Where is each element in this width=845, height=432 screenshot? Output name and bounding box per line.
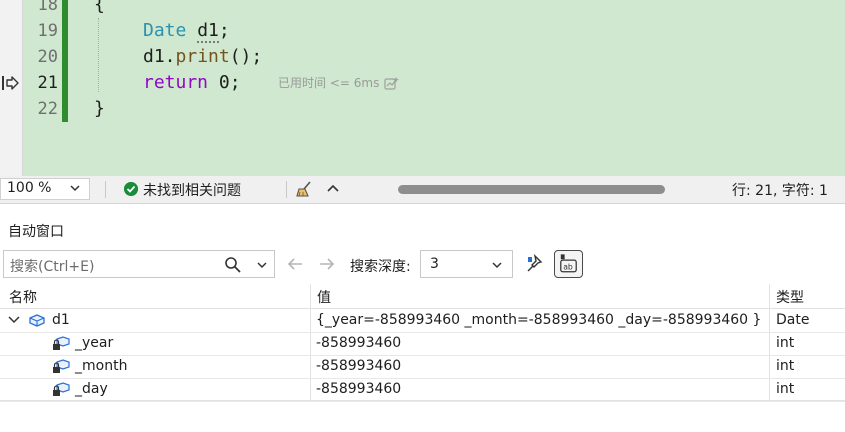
table-row[interactable]: _year -858993460 int bbox=[0, 332, 845, 356]
perf-tip[interactable]: 已用时间 <= 6ms bbox=[278, 70, 379, 96]
change-bar bbox=[62, 96, 68, 122]
search-placeholder: 搜索(Ctrl+E) bbox=[10, 259, 95, 275]
private-field-icon bbox=[53, 336, 70, 350]
change-bar bbox=[62, 0, 68, 18]
hex-display-toggle[interactable]: ab bbox=[554, 250, 583, 278]
variable-value[interactable]: {_year=-858993460 _month=-858993460 _day… bbox=[316, 312, 761, 328]
execution-arrow-icon[interactable] bbox=[2, 75, 20, 91]
variable-value[interactable]: -858993460 bbox=[316, 335, 401, 351]
variable-name: _year bbox=[75, 335, 114, 351]
table-row[interactable]: d1 {_year=-858993460 _month=-858993460 _… bbox=[0, 309, 845, 333]
editor-status-bar: 100 % 未找到相关问题 行: 21, 字符: 1 bbox=[0, 176, 845, 204]
code-text: d1.print(); bbox=[143, 44, 262, 70]
variable-type: Date bbox=[776, 312, 810, 328]
zoom-dropdown[interactable]: 100 % bbox=[0, 178, 90, 200]
search-depth-dropdown[interactable]: 3 bbox=[420, 250, 513, 278]
column-header-name[interactable]: 名称 bbox=[9, 287, 37, 307]
line-number: 19 bbox=[37, 21, 58, 41]
search-depth-label: 搜索深度: bbox=[350, 259, 411, 275]
table-row[interactable]: _month -858993460 int bbox=[0, 355, 845, 379]
autos-grid-header: 名称 值 类型 bbox=[0, 284, 845, 309]
check-circle-icon[interactable] bbox=[124, 182, 138, 196]
line-number: 18 bbox=[37, 0, 58, 15]
chevron-down-icon[interactable] bbox=[8, 315, 20, 325]
function-token: print bbox=[175, 46, 230, 67]
code-text: return 0; bbox=[143, 70, 241, 96]
chevron-down-icon bbox=[70, 185, 80, 192]
search-depth-value: 3 bbox=[430, 256, 439, 272]
perf-tip-icon[interactable] bbox=[384, 76, 400, 90]
svg-text:ab: ab bbox=[563, 262, 573, 271]
variable-name: _month bbox=[75, 358, 128, 374]
chevron-up-icon[interactable] bbox=[326, 182, 340, 194]
autos-window-title: 自动窗口 bbox=[0, 216, 845, 246]
cursor-position: 行: 21, 字符: 1 bbox=[732, 183, 828, 199]
code-line-20[interactable]: 20 d1.print(); bbox=[0, 44, 845, 70]
horizontal-scrollbar-thumb[interactable] bbox=[398, 185, 665, 194]
search-icon[interactable] bbox=[224, 256, 242, 274]
pin-icon[interactable] bbox=[526, 253, 546, 275]
panel-title: 自动窗口 bbox=[8, 224, 64, 240]
punctuation: ; bbox=[218, 20, 230, 41]
table-row[interactable]: _day -858993460 int bbox=[0, 378, 845, 402]
variable-name: d1 bbox=[52, 312, 70, 328]
punctuation: (); bbox=[229, 46, 263, 67]
variable-name: _day bbox=[75, 381, 108, 397]
object-icon bbox=[29, 314, 45, 327]
variable-type: int bbox=[776, 335, 795, 351]
line-number: 22 bbox=[37, 99, 58, 119]
variable-value[interactable]: -858993460 bbox=[316, 381, 401, 397]
code-text: } bbox=[94, 98, 105, 119]
search-input[interactable]: 搜索(Ctrl+E) bbox=[3, 250, 275, 278]
change-bar bbox=[62, 44, 68, 70]
code-text: { bbox=[94, 0, 105, 15]
arrow-left-icon[interactable] bbox=[286, 256, 304, 272]
private-field-icon bbox=[53, 359, 70, 373]
expression: 0; bbox=[208, 72, 241, 93]
code-line-18[interactable]: 18 { bbox=[0, 0, 845, 18]
code-line-21[interactable]: 21 return 0; 已用时间 <= 6ms bbox=[0, 70, 845, 96]
code-text: Date d1; bbox=[143, 18, 230, 44]
change-bar bbox=[62, 70, 68, 96]
change-bar bbox=[62, 18, 68, 44]
variable-token: d1 bbox=[197, 20, 219, 43]
type-token: Date bbox=[143, 20, 187, 41]
column-header-value[interactable]: 值 bbox=[317, 287, 331, 307]
broom-icon[interactable] bbox=[295, 180, 313, 198]
zoom-value: 100 % bbox=[7, 180, 52, 196]
object-token: d1. bbox=[143, 46, 176, 67]
variable-type: int bbox=[776, 358, 795, 374]
variable-type: int bbox=[776, 381, 795, 397]
grid-bottom-border bbox=[0, 400, 845, 401]
column-header-type[interactable]: 类型 bbox=[776, 287, 804, 307]
arrow-right-icon[interactable] bbox=[318, 256, 336, 272]
divider bbox=[105, 181, 106, 198]
chevron-down-icon[interactable] bbox=[256, 260, 268, 270]
divider bbox=[286, 181, 287, 198]
line-number: 21 bbox=[37, 73, 58, 93]
variable-value[interactable]: -858993460 bbox=[316, 358, 401, 374]
keyword-token: return bbox=[143, 72, 209, 93]
private-field-icon bbox=[53, 382, 70, 396]
hex-display-icon: ab bbox=[560, 254, 577, 273]
line-number: 20 bbox=[37, 47, 58, 67]
code-line-22[interactable]: 22 } bbox=[0, 96, 845, 122]
chevron-down-icon bbox=[492, 262, 502, 269]
issues-status[interactable]: 未找到相关问题 bbox=[143, 180, 241, 200]
code-editor[interactable]: 18 { 19 Date d1; 20 d1.print(); 21 retur… bbox=[0, 0, 845, 176]
code-line-19[interactable]: 19 Date d1; bbox=[0, 18, 845, 44]
